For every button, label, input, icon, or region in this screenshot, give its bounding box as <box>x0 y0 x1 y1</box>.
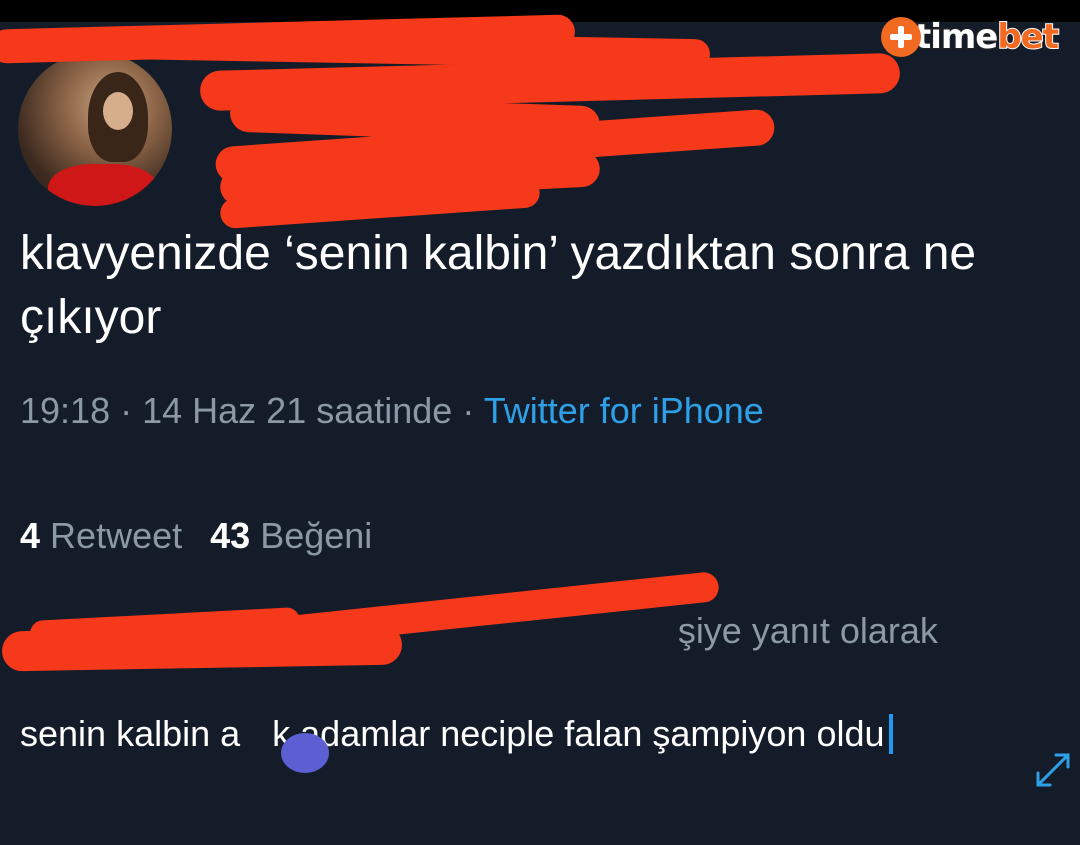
text-caret <box>888 714 893 754</box>
like-count: 43 <box>210 515 251 556</box>
replying-to-text: şiye yanıt olarak <box>677 610 938 651</box>
expand-arrows-icon[interactable] <box>1028 745 1078 795</box>
tweet-text: klavyenizde ‘senin kalbin’ yazdıktan son… <box>20 227 977 344</box>
likes-link[interactable]: 43 Beğeni <box>210 515 372 556</box>
watermark-bet: bet <box>996 17 1060 57</box>
retweet-count: 4 <box>20 515 41 556</box>
avatar-face <box>103 92 133 130</box>
retweets-link[interactable]: 4 Retweet <box>20 515 182 556</box>
tweet-date: 14 Haz 21 saatinde <box>142 390 453 431</box>
tweet-stats: 4 Retweet 43 Beğeni <box>20 515 372 557</box>
profile-avatar[interactable] <box>18 52 172 206</box>
avatar-dress <box>48 164 158 206</box>
like-label: Beğeni <box>260 515 373 556</box>
tweet-meta: 19:18 · 14 Haz 21 saatinde · Twitter for… <box>20 390 764 432</box>
meta-separator: · <box>120 390 143 431</box>
tweet-time: 19:18 <box>20 390 111 431</box>
reply-text-part2: k adamlar neciple falan şampiyon oldu <box>272 713 885 754</box>
timebet-watermark: time bet <box>880 14 1060 60</box>
censor-blot <box>281 733 329 773</box>
watermark-time: time <box>914 17 999 57</box>
reply-compose-box[interactable]: senin kalbin a k adamlar neciple falan şa… <box>20 708 1020 760</box>
retweet-label: Retweet <box>50 515 183 556</box>
reply-text-part1: senin kalbin a <box>20 713 241 754</box>
watermark-plus-icon <box>880 17 921 57</box>
meta-separator: · <box>462 390 484 431</box>
tweet-source-link[interactable]: Twitter for iPhone <box>484 390 764 431</box>
